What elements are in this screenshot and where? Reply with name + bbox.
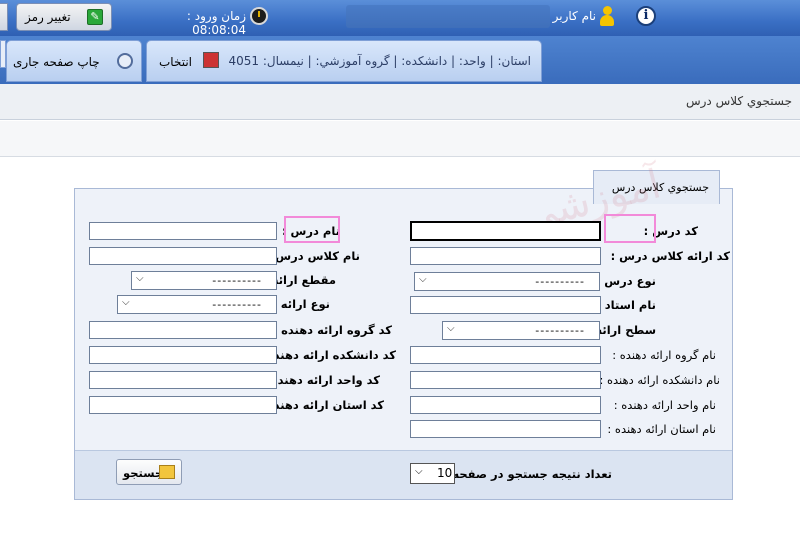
field-label-province-name: نام استان ارائه دهنده : bbox=[607, 422, 716, 436]
province-code-input[interactable] bbox=[89, 396, 277, 414]
highlight-course-code bbox=[604, 214, 656, 243]
chevron-down-icon: ⌵ bbox=[136, 273, 144, 284]
field-label-presentation-type: نوع ارائه : bbox=[272, 297, 330, 311]
degree-select[interactable]: ⌵ ---------- bbox=[131, 271, 277, 290]
field-label-class-name: نام كلاس درس : bbox=[266, 249, 360, 263]
results-per-page-label: تعداد نتيجه جستجو در صفحه: bbox=[447, 467, 612, 481]
level-select[interactable]: ⌵ ---------- bbox=[442, 321, 600, 340]
toolbar-band bbox=[0, 121, 800, 157]
field-label-faculty-code: كد دانشكده ارائه دهنده : bbox=[258, 348, 396, 362]
change-password-label: تغییر رمز bbox=[25, 10, 71, 24]
class-name-input[interactable] bbox=[89, 247, 277, 265]
breadcrumb-text: جستجوي كلاس درس bbox=[685, 94, 792, 108]
nav-bar: چاپ صفحه جاری استان: | واحد: | دانشكده: … bbox=[0, 36, 800, 84]
presentation-type-value: ---------- bbox=[212, 298, 262, 311]
course-type-value: ---------- bbox=[535, 275, 585, 288]
user-label: نام كاربر bbox=[552, 9, 596, 23]
edit-icon: ✎ bbox=[87, 9, 103, 25]
unit-name-input[interactable] bbox=[410, 396, 601, 414]
field-label-province-code: كد استان ارائه دهنده : bbox=[258, 398, 384, 412]
field-label-group-name: نام گروه ارائه دهنده : bbox=[612, 348, 716, 362]
select-icon[interactable] bbox=[203, 52, 219, 68]
course-name-input[interactable] bbox=[89, 222, 277, 240]
field-label-unit-name: نام واحد ارائه دهنده : bbox=[613, 398, 716, 412]
province-name-input[interactable] bbox=[410, 420, 601, 438]
highlight-course-name bbox=[284, 216, 340, 243]
course-type-select[interactable]: ⌵ ---------- bbox=[414, 272, 600, 291]
user-icon bbox=[600, 6, 614, 26]
context-path: استان: | واحد: | دانشكده: | گروه آموزشي:… bbox=[228, 54, 531, 68]
context-tab: استان: | واحد: | دانشكده: | گروه آموزشي:… bbox=[146, 40, 542, 82]
print-page-button[interactable]: چاپ صفحه جاری bbox=[6, 40, 142, 82]
field-label-group-code: كد گروه ارائه دهنده : bbox=[272, 323, 392, 337]
info-icon[interactable]: i bbox=[636, 6, 656, 26]
field-label-course-type: نوع درس : bbox=[595, 274, 656, 288]
chevron-down-icon: ⌵ bbox=[419, 274, 427, 285]
teacher-name-input[interactable] bbox=[410, 296, 601, 314]
field-label-degree: مقطع ارائه : bbox=[263, 273, 336, 287]
search-button[interactable]: جستجو bbox=[116, 459, 182, 485]
results-per-page-select[interactable]: ⌵ 10 bbox=[410, 463, 455, 484]
login-time: زمان ورود : 08:08:04 bbox=[186, 9, 246, 37]
hidden-button-edge[interactable] bbox=[0, 3, 8, 31]
faculty-code-input[interactable] bbox=[89, 346, 277, 364]
select-button[interactable]: انتخاب bbox=[159, 55, 192, 69]
presentation-type-select[interactable]: ⌵ ---------- bbox=[117, 295, 277, 314]
breadcrumb: جستجوي كلاس درس bbox=[0, 84, 800, 120]
chevron-down-icon: ⌵ bbox=[122, 297, 130, 308]
field-label-class-code: كد ارائه كلاس درس : bbox=[610, 249, 730, 263]
field-label-teacher-name: نام استاد : bbox=[596, 298, 656, 312]
clock-icon bbox=[250, 7, 268, 25]
print-icon bbox=[117, 53, 133, 69]
unit-code-input[interactable] bbox=[89, 371, 277, 389]
group-name-input[interactable] bbox=[410, 346, 601, 364]
field-label-unit-code: كد واحد ارائه دهنده : bbox=[262, 373, 380, 387]
degree-value: ---------- bbox=[212, 274, 262, 287]
results-per-page-value: 10 bbox=[437, 466, 453, 480]
faculty-name-input[interactable] bbox=[410, 371, 601, 389]
search-button-label: جستجو bbox=[123, 466, 164, 480]
folder-search-icon bbox=[159, 465, 175, 479]
level-value: ---------- bbox=[535, 324, 585, 337]
field-label-faculty-name: نام دانشكده ارائه دهنده : bbox=[599, 373, 720, 387]
field-label-level: سطح ارائه : bbox=[586, 323, 656, 337]
chevron-down-icon: ⌵ bbox=[447, 323, 455, 334]
change-password-button[interactable]: تغییر رمز ✎ bbox=[16, 3, 112, 31]
course-code-input[interactable] bbox=[410, 221, 601, 241]
top-bar: تغییر رمز ✎ زمان ورود : 08:08:04 نام كار… bbox=[0, 0, 800, 37]
group-code-input[interactable] bbox=[89, 321, 277, 339]
user-name-box bbox=[346, 5, 550, 28]
chevron-down-icon: ⌵ bbox=[415, 466, 423, 477]
print-page-label: چاپ صفحه جاری bbox=[13, 55, 100, 69]
class-code-input[interactable] bbox=[410, 247, 601, 265]
